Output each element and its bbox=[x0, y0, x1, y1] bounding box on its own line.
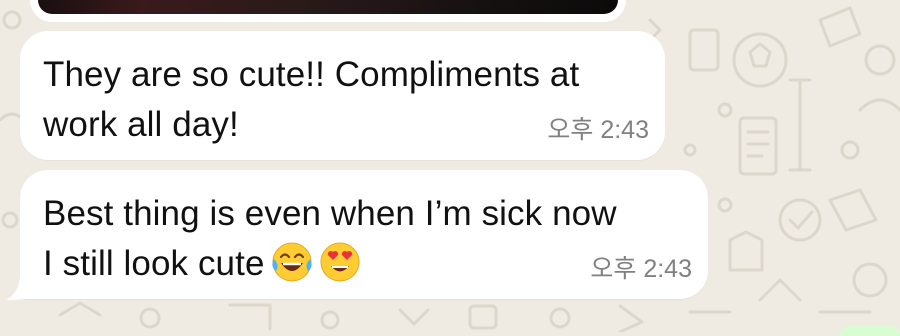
message-line: I still look cute bbox=[43, 244, 265, 283]
message-text: They are so cute!! Compliments at work al… bbox=[43, 50, 579, 150]
image-message-bottom-edge[interactable] bbox=[30, 0, 626, 22]
outgoing-message-bubble[interactable] bbox=[840, 326, 900, 336]
message-text: Best thing is even when I’m sick now I st… bbox=[43, 189, 617, 289]
message-line: Best thing is even when I’m sick now bbox=[43, 194, 617, 233]
incoming-message-bubble[interactable]: Best thing is even when I’m sick now I st… bbox=[20, 170, 708, 299]
message-line: work all day! bbox=[43, 105, 239, 144]
smiling-face-with-heart-eyes-icon bbox=[320, 242, 360, 282]
message-timestamp: 오후 2:43 bbox=[590, 255, 692, 283]
message-timestamp: 오후 2:43 bbox=[547, 116, 649, 144]
incoming-message-bubble[interactable]: They are so cute!! Compliments at work al… bbox=[20, 31, 665, 160]
message-line: They are so cute!! Compliments at bbox=[43, 55, 580, 94]
face-with-tears-of-joy-icon bbox=[271, 242, 312, 282]
